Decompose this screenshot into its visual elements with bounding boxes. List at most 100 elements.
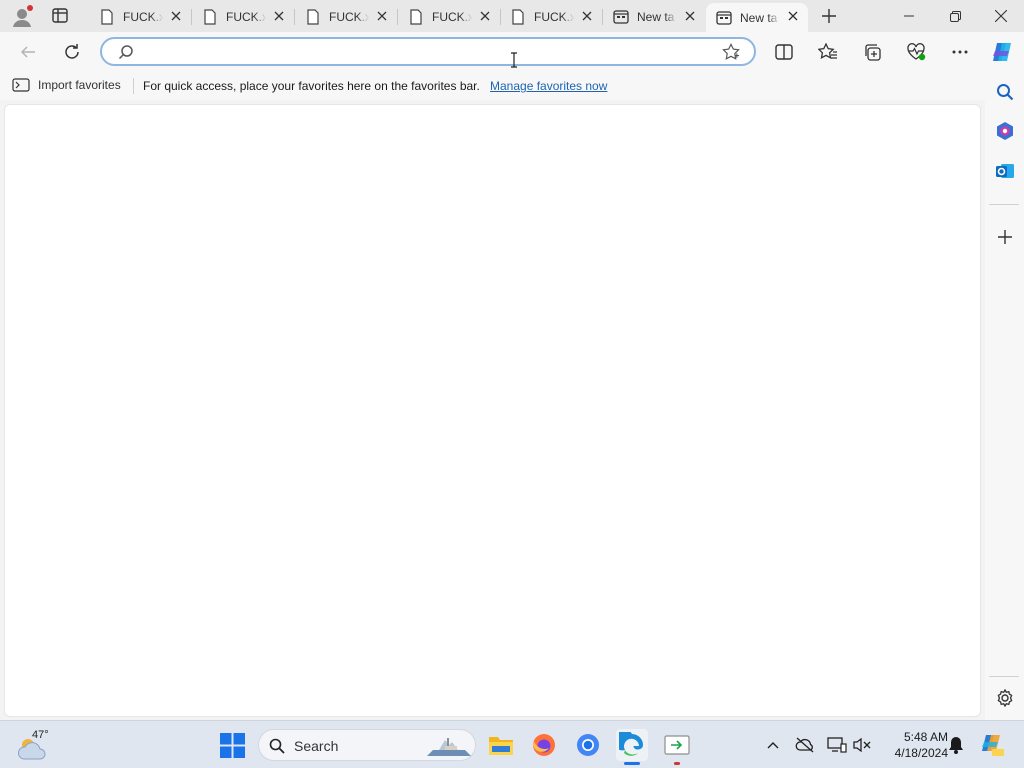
- windows-logo-icon: [220, 733, 245, 758]
- tab-5[interactable]: FUCK.x: [500, 3, 603, 30]
- active-app-indicator: [624, 762, 640, 765]
- start-button[interactable]: [220, 733, 245, 758]
- notifications-button[interactable]: [946, 735, 966, 755]
- display-tray-button[interactable]: [827, 735, 847, 755]
- text-cursor-icon: [511, 52, 517, 68]
- taskbar-file-explorer[interactable]: [485, 729, 517, 761]
- settings-and-more-button[interactable]: [946, 38, 974, 66]
- search-icon: [118, 45, 133, 60]
- favorites-bar-message: For quick access, place your favorites h…: [143, 79, 480, 93]
- sidebar-settings-button[interactable]: [992, 685, 1018, 711]
- taskbar-clock[interactable]: 5:48 AM 4/18/2024: [878, 729, 948, 761]
- collections-icon: [865, 44, 881, 61]
- document-icon: [305, 8, 321, 25]
- tab-title: FUCK.x: [432, 9, 472, 24]
- close-tab-icon[interactable]: [169, 9, 183, 23]
- speaker-muted-icon: [853, 737, 871, 753]
- favorites-button[interactable]: [814, 38, 842, 66]
- taskbar-edge[interactable]: [616, 729, 648, 765]
- taskbar-chrome[interactable]: [572, 729, 604, 761]
- taskbar-remote-app[interactable]: [661, 729, 693, 765]
- favorites-bar: Import favorites For quick access, place…: [0, 72, 985, 100]
- back-button[interactable]: [14, 38, 42, 66]
- tab-1[interactable]: FUCK.x: [89, 3, 192, 30]
- sidebar-microsoft365-button[interactable]: [992, 118, 1018, 144]
- tab-7-active[interactable]: New ta: [706, 3, 808, 32]
- profile-icon: [13, 5, 33, 27]
- address-input[interactable]: [142, 43, 702, 61]
- tab-4[interactable]: FUCK.x: [398, 3, 501, 30]
- document-icon: [408, 8, 424, 25]
- minimize-button[interactable]: [886, 0, 932, 32]
- plus-icon: [998, 230, 1012, 244]
- browser-essentials-button[interactable]: [902, 38, 930, 66]
- taskbar-firefox[interactable]: [528, 729, 560, 761]
- document-icon: [202, 8, 218, 25]
- edge-icon: [619, 732, 643, 756]
- more-horizontal-icon: [952, 50, 968, 54]
- favorites-bar-divider: [133, 78, 134, 94]
- split-screen-button[interactable]: [770, 38, 798, 66]
- profile-avatar-button[interactable]: [10, 5, 34, 29]
- copilot-button[interactable]: [988, 38, 1016, 66]
- tab-title: FUCK.x: [123, 9, 163, 24]
- refresh-icon: [65, 44, 79, 59]
- plus-icon: [822, 9, 836, 23]
- page-content-area: [4, 104, 981, 717]
- chevron-up-icon: [767, 742, 779, 749]
- microsoft365-icon: [997, 122, 1013, 140]
- document-icon: [99, 8, 115, 25]
- taskbar-search-box[interactable]: Search: [258, 729, 476, 761]
- sidebar-add-button[interactable]: [992, 224, 1018, 250]
- window-arrow-icon: [664, 735, 690, 755]
- minimize-icon: [904, 15, 914, 17]
- tab-3[interactable]: FUCK.x: [295, 3, 398, 30]
- clock-date: 4/18/2024: [894, 746, 948, 760]
- tab-title: FUCK.x: [329, 9, 369, 24]
- sidebar-search-button[interactable]: [992, 79, 1018, 105]
- sidebar-divider: [989, 204, 1019, 205]
- new-tab-button[interactable]: [818, 5, 840, 27]
- edge-sidebar: [985, 72, 1024, 720]
- newtab-icon: [716, 10, 732, 26]
- restore-button[interactable]: [932, 0, 978, 32]
- copilot-icon: [993, 43, 1011, 61]
- firefox-icon: [533, 734, 555, 756]
- manage-favorites-link[interactable]: Manage favorites now: [490, 79, 607, 93]
- onedrive-tray-button[interactable]: [795, 735, 815, 755]
- tab-title: New ta: [637, 9, 675, 24]
- tab-6[interactable]: New ta: [603, 3, 705, 30]
- chrome-icon: [577, 734, 599, 756]
- tab-title: FUCK.x: [226, 9, 266, 24]
- collections-button[interactable]: [858, 38, 886, 66]
- close-tab-icon[interactable]: [375, 9, 389, 23]
- refresh-button[interactable]: [58, 38, 86, 66]
- import-favorites-button[interactable]: Import favorites: [12, 77, 121, 93]
- favorites-star-icon: [818, 43, 837, 60]
- restore-icon: [949, 10, 961, 22]
- gear-icon: [997, 689, 1013, 707]
- star-add-favorite-icon[interactable]: [722, 43, 740, 61]
- taskbar-search-label: Search: [294, 738, 339, 754]
- address-bar[interactable]: [100, 37, 756, 66]
- tab-2[interactable]: FUCK.x: [192, 3, 295, 30]
- show-hidden-icons-button[interactable]: [763, 735, 783, 755]
- close-tab-icon[interactable]: [683, 9, 697, 23]
- sidebar-outlook-button[interactable]: [992, 158, 1018, 184]
- close-tab-icon[interactable]: [786, 9, 800, 23]
- copilot-taskbar-button[interactable]: [980, 733, 1004, 757]
- copilot-pre-icon: [982, 735, 1004, 756]
- close-tab-icon[interactable]: [580, 9, 594, 23]
- volume-tray-button[interactable]: [852, 735, 872, 755]
- sidebar-divider: [989, 676, 1019, 677]
- outlook-icon: [996, 164, 1014, 178]
- app-attention-indicator: [674, 762, 680, 765]
- monitor-icon: [827, 737, 847, 753]
- close-tab-icon[interactable]: [272, 9, 286, 23]
- tab-actions-menu-button[interactable]: [48, 6, 72, 26]
- close-tab-icon[interactable]: [478, 9, 492, 23]
- search-icon: [269, 738, 285, 754]
- close-window-button[interactable]: [978, 0, 1024, 32]
- import-favorites-icon: [12, 78, 30, 92]
- split-screen-icon: [775, 44, 793, 60]
